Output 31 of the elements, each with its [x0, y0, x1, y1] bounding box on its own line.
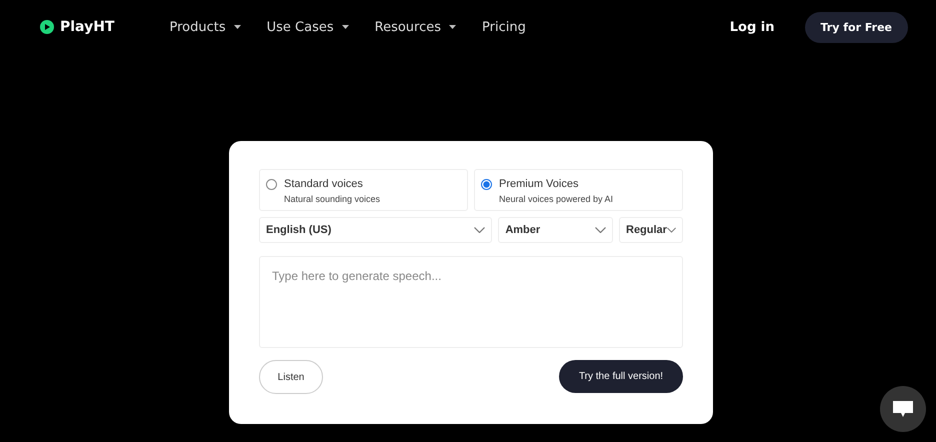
- option-title: Premium Voices: [499, 178, 580, 190]
- voice-option[interactable]: Premium Voices Neural voices powered by AI: [474, 169, 683, 211]
- logo-text: PlayHT: [60, 19, 114, 35]
- chevron-icon: [474, 227, 486, 233]
- dropdown-select[interactable]: Regular: [619, 217, 683, 243]
- radio-button[interactable]: [266, 179, 277, 190]
- chevron-icon: [595, 227, 606, 233]
- caret-icon: [449, 25, 456, 29]
- caret-icon: [342, 25, 349, 29]
- dropdown-select[interactable]: Amber: [498, 217, 613, 243]
- play-icon: [40, 20, 54, 34]
- option-title: Standard voices: [284, 178, 364, 190]
- option-description: Neural voices powered by AI: [499, 194, 614, 204]
- nav-link[interactable]: Products: [169, 20, 241, 34]
- try-free-button[interactable]: Try for Free: [804, 12, 908, 42]
- option-description: Natural sounding voices: [284, 194, 380, 204]
- login-link[interactable]: Log in: [730, 20, 775, 34]
- chat-icon: [892, 400, 914, 418]
- nav-link[interactable]: Use Cases: [266, 20, 349, 34]
- listen-button[interactable]: Listen: [259, 360, 323, 394]
- caret-icon: [234, 25, 241, 29]
- nav-link[interactable]: Resources: [374, 20, 456, 34]
- voice-option[interactable]: Standard voices Natural sounding voices: [259, 169, 468, 211]
- text-input-field[interactable]: Type here to generate speech...: [259, 256, 683, 348]
- dropdown-select[interactable]: English (US): [259, 217, 492, 243]
- try-full-version-button[interactable]: Try the full version!: [559, 360, 683, 393]
- chat-button[interactable]: [880, 386, 926, 432]
- chevron-icon: [666, 227, 676, 233]
- logo[interactable]: PlayHT: [40, 19, 114, 35]
- nav-link[interactable]: Pricing: [482, 20, 526, 34]
- radio-button[interactable]: [481, 179, 492, 190]
